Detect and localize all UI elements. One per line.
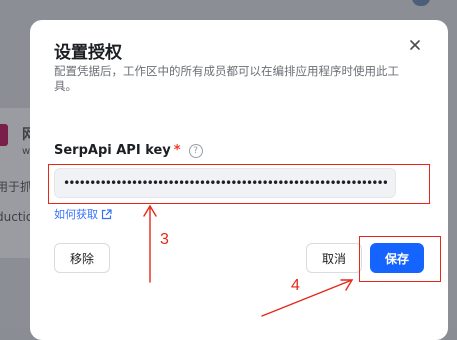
arrow-4-line [261, 279, 353, 317]
annotation-arrows [143, 204, 354, 317]
